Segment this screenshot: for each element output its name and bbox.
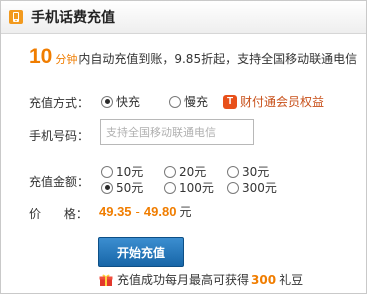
method-option-slow[interactable]: 慢充 <box>169 93 208 110</box>
promo-minutes: 10 <box>29 45 53 68</box>
radio-20[interactable] <box>164 165 176 178</box>
amount-option-10[interactable]: 10元 <box>101 163 143 180</box>
price-unit: 元 <box>179 205 192 219</box>
price-separator: - <box>135 205 140 219</box>
method-option-label: 慢充 <box>184 95 209 109</box>
price-max: 49.80 <box>143 204 177 219</box>
start-recharge-button[interactable]: 开始充值 <box>98 237 184 267</box>
gift-note: 充值成功每月最高可获得 300 礼豆 <box>99 271 303 288</box>
promo-unit: 分钟 <box>55 53 78 66</box>
amount-option-label: 30元 <box>242 165 270 179</box>
price-label: 价 格： <box>29 207 88 221</box>
promo-text: 内自动充值到账，9.85折起，支持全国移动联通电信 <box>78 52 358 66</box>
page-title: 手机话费充值 <box>31 10 115 26</box>
amount-option-20[interactable]: 20元 <box>164 163 206 180</box>
price-range: 49.35 - 49.80 元 <box>99 203 191 220</box>
radio-slow[interactable] <box>169 95 181 108</box>
method-option-label: 快充 <box>116 95 141 109</box>
method-option-fast[interactable]: 快充 <box>101 93 140 110</box>
recharge-panel: 手机话费充值 10 分钟 内自动充值到账，9.85折起，支持全国移动联通电信 充… <box>0 0 367 294</box>
amount-option-label: 50元 <box>116 181 144 195</box>
amount-option-label: 300元 <box>242 181 277 195</box>
radio-300[interactable] <box>227 181 239 194</box>
method-label: 充值方式： <box>29 96 90 110</box>
gift-unit: 礼豆 <box>279 273 304 287</box>
gift-text: 充值成功每月最高可获得 <box>117 273 250 287</box>
phone-label: 手机号码： <box>29 129 90 143</box>
amount-option-50[interactable]: 50元 <box>101 179 143 196</box>
radio-50[interactable] <box>101 181 113 194</box>
amount-option-30[interactable]: 30元 <box>227 163 269 180</box>
price-min: 49.35 <box>99 204 132 219</box>
gift-amount: 300 <box>251 272 277 287</box>
radio-10[interactable] <box>101 165 113 178</box>
tenpay-member-link[interactable]: T 财付通会员权益 <box>223 93 324 110</box>
amount-option-label: 10元 <box>116 165 144 179</box>
amount-option-label: 20元 <box>179 165 207 179</box>
amount-label: 充值金额： <box>29 175 90 189</box>
radio-fast[interactable] <box>101 95 113 108</box>
radio-100[interactable] <box>164 181 176 194</box>
panel-header: 手机话费充值 <box>1 1 366 34</box>
amount-option-300[interactable]: 300元 <box>227 179 277 196</box>
promo-line: 10 分钟 内自动充值到账，9.85折起，支持全国移动联通电信 <box>29 45 357 69</box>
amount-option-100[interactable]: 100元 <box>164 179 214 196</box>
radio-30[interactable] <box>227 165 239 178</box>
gift-icon <box>99 274 113 286</box>
mobile-phone-icon <box>9 10 23 24</box>
phone-input[interactable] <box>100 119 254 145</box>
tenpay-badge-label[interactable]: 财付通会员权益 <box>240 93 324 110</box>
tenpay-badge-icon: T <box>223 94 237 109</box>
amount-option-label: 100元 <box>179 181 214 195</box>
